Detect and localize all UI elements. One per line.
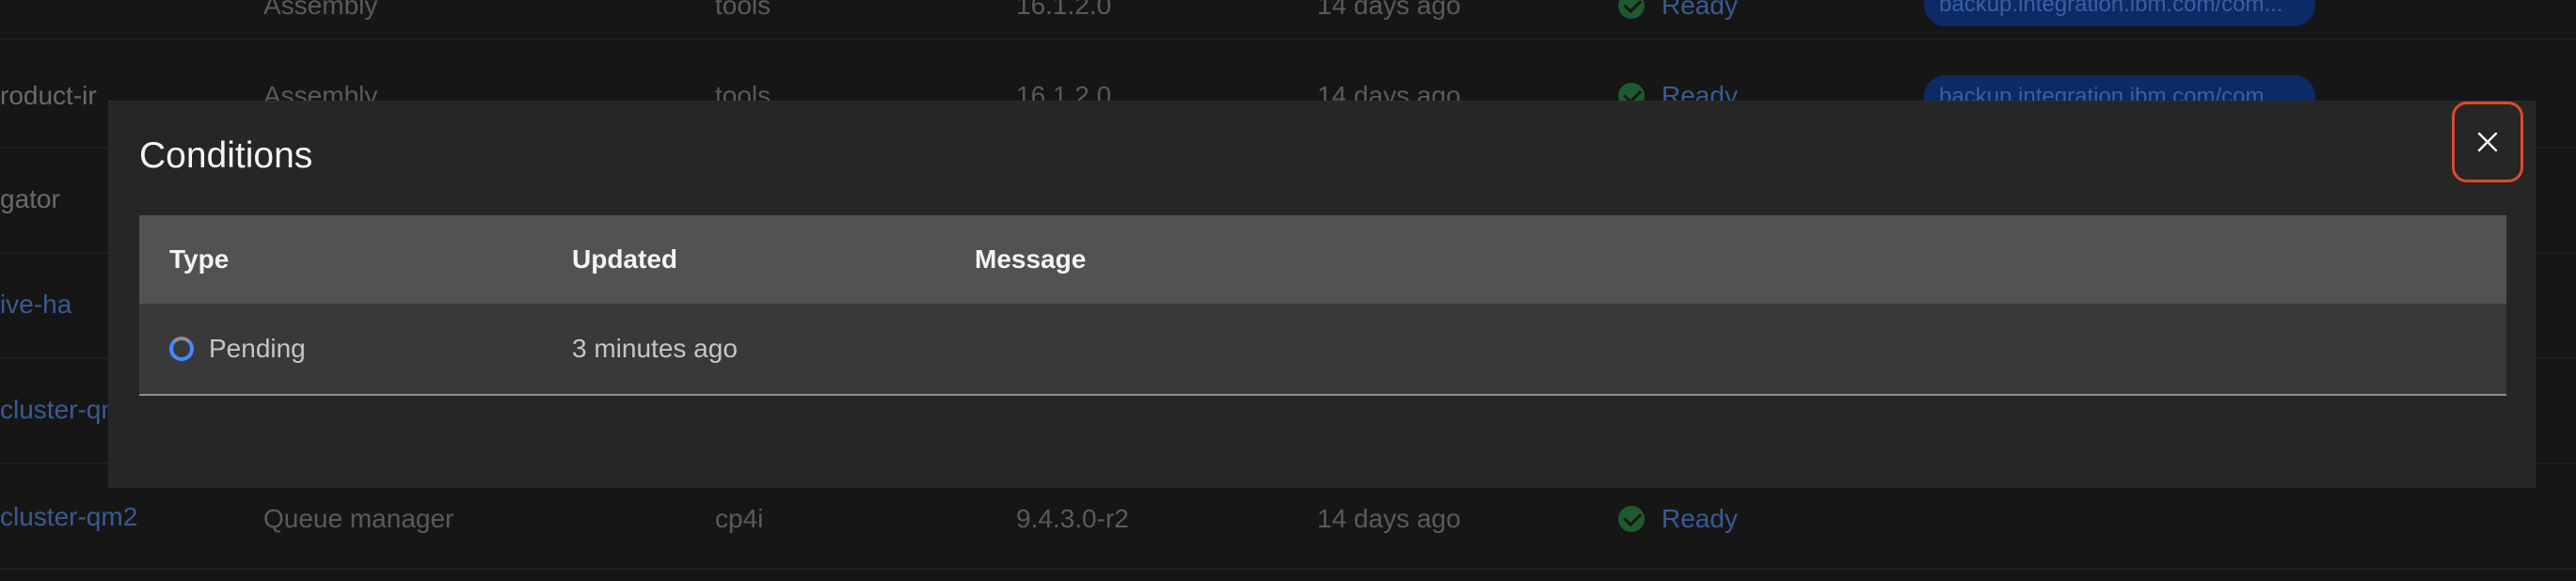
column-header-message: Message — [975, 244, 1087, 274]
page-root: Assembly tools 16.1.2.0 14 days ago Read… — [0, 0, 2576, 581]
checkmark-icon — [1618, 0, 1645, 19]
name-link[interactable]: cluster-qm2 — [0, 502, 137, 532]
conditions-table: Type Updated Message Pending 3 minutes a… — [139, 215, 2506, 396]
name-cell[interactable]: roduct-ir — [0, 81, 97, 111]
status-cell: Ready — [1618, 0, 1738, 21]
type-cell: Pending — [169, 304, 306, 394]
updated-cell: 3 minutes ago — [572, 334, 738, 363]
column-header-updated: Updated — [572, 244, 677, 274]
column-header-type: Type — [169, 244, 230, 274]
conditions-modal: Conditions Type Updated Message Pending … — [109, 102, 2535, 487]
age-cell: 14 days ago — [1317, 0, 1461, 20]
close-icon — [2477, 132, 2498, 152]
status-cell: Ready — [1618, 504, 1738, 534]
namespace-cell: cp4i — [715, 504, 764, 533]
status-link[interactable]: Ready — [1662, 0, 1738, 21]
namespace-cell: tools — [715, 0, 771, 20]
version-cell: 9.4.3.0-r2 — [1016, 504, 1129, 533]
age-cell: 14 days ago — [1317, 504, 1461, 533]
table-row: Pending 3 minutes ago — [139, 304, 2506, 396]
type-value: Pending — [209, 334, 306, 363]
pending-spinner-icon — [169, 337, 194, 361]
name-link[interactable]: cluster-qm — [0, 395, 123, 425]
name-cell[interactable]: gator — [0, 184, 60, 214]
name-link[interactable]: ive-ha — [0, 290, 72, 320]
backup-tag: backup.integration.ibm.com/com... — [1924, 0, 2315, 26]
status-link[interactable]: Ready — [1662, 504, 1738, 534]
checkmark-icon — [1618, 506, 1645, 532]
kind-cell: Assembly — [263, 0, 378, 20]
table-header: Type Updated Message — [139, 215, 2506, 304]
table-row[interactable]: Assembly tools 16.1.2.0 14 days ago Read… — [0, 0, 2576, 39]
close-button[interactable] — [2452, 102, 2523, 182]
kind-cell: Queue manager — [263, 504, 454, 533]
modal-title: Conditions — [139, 135, 313, 176]
version-cell: 16.1.2.0 — [1016, 0, 1112, 20]
